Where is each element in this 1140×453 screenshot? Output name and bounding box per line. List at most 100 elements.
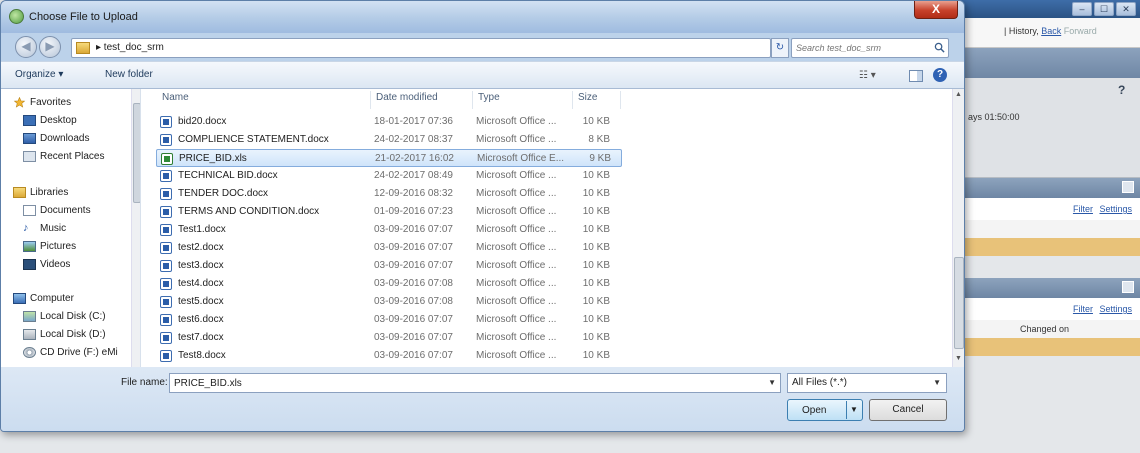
file-name-cell: bid20.docx	[178, 116, 227, 127]
section-header	[960, 178, 1140, 198]
chevron-down-icon[interactable]: ▼	[768, 378, 776, 387]
section-links: Filter Settings	[960, 298, 1140, 320]
file-row[interactable]: TECHNICAL BID.docx 24-02-2017 08:49 Micros…	[156, 167, 622, 185]
column-header-date[interactable]: Date modified	[376, 92, 438, 103]
file-list-scrollbar-thumb[interactable]	[954, 257, 964, 349]
file-row[interactable]: test6.docx 03-09-2016 07:07 Microsoft Offi…	[156, 311, 622, 329]
file-list-pane: Name Date modified Type Size bid20.docx 1…	[142, 89, 952, 367]
column-separator[interactable]	[572, 91, 573, 109]
nav-drive-f[interactable]: CD Drive (F:) eMi	[23, 347, 118, 358]
nav-drive-c[interactable]: Local Disk (C:)	[23, 311, 106, 322]
new-folder-button[interactable]: New folder	[105, 69, 153, 80]
file-name-input[interactable]	[174, 375, 754, 391]
settings-link[interactable]: Settings	[1099, 304, 1132, 314]
nav-scrollbar[interactable]	[131, 89, 140, 367]
nav-drive-d[interactable]: Local Disk (D:)	[23, 329, 106, 340]
nav-favorites[interactable]: Favorites	[13, 97, 71, 108]
file-row[interactable]: PRICE_BID.xls 21-02-2017 16:02 Microsoft O…	[156, 149, 622, 167]
history-link[interactable]: | History	[1004, 26, 1036, 36]
column-header-type[interactable]: Type	[478, 92, 500, 103]
back-link[interactable]: Back	[1041, 26, 1061, 36]
file-row[interactable]: Test8.docx 03-09-2016 07:07 Microsoft Offi…	[156, 347, 622, 365]
column-separator[interactable]	[472, 91, 473, 109]
cd-drive-icon	[23, 347, 36, 358]
file-row[interactable]: TERMS AND CONDITION.docx 01-09-2016 07:23…	[156, 203, 622, 221]
search-input[interactable]	[796, 40, 926, 56]
forward-link[interactable]: Forward	[1064, 26, 1097, 36]
dialog-close-button[interactable]: X	[914, 1, 958, 19]
cancel-button[interactable]: Cancel	[869, 399, 947, 421]
nav-documents[interactable]: Documents	[23, 205, 91, 216]
open-button[interactable]: Open ▼	[787, 399, 863, 421]
organize-button[interactable]: Organize ▾	[15, 69, 63, 80]
file-size-cell: 10 KB	[582, 116, 610, 127]
file-row[interactable]: test5.docx 03-09-2016 07:08 Microsoft Offi…	[156, 293, 622, 311]
search-box[interactable]	[791, 38, 949, 58]
file-name-cell: PRICE_BID.xls	[179, 153, 247, 164]
nav-desktop[interactable]: Desktop	[23, 115, 77, 126]
nav-pictures[interactable]: Pictures	[23, 241, 76, 252]
scroll-down-icon[interactable]: ▼	[955, 355, 962, 362]
word-file-icon	[160, 260, 172, 272]
forward-arrow-icon[interactable]: ▶	[39, 36, 61, 58]
file-row[interactable]: test7.docx 03-09-2016 07:07 Microsoft Offi…	[156, 329, 622, 347]
help-icon[interactable]: ?	[933, 68, 947, 82]
back-arrow-icon[interactable]: ◀	[15, 36, 37, 58]
file-name-combobox[interactable]: ▼	[169, 373, 781, 393]
nav-scrollbar-thumb[interactable]	[133, 103, 140, 203]
nav-music[interactable]: ♪ Music	[23, 223, 67, 235]
file-date-cell: 21-02-2017 16:02	[375, 153, 454, 164]
refresh-icon[interactable]: ↻	[771, 38, 789, 58]
open-button-label: Open	[802, 405, 827, 416]
nav-music-label: Music	[40, 223, 67, 234]
column-separator[interactable]	[620, 91, 621, 109]
filter-link[interactable]: Filter	[1073, 304, 1093, 314]
nav-videos[interactable]: Videos	[23, 259, 70, 270]
file-list-scrollbar[interactable]: ▲ ▼	[952, 89, 964, 367]
address-row: ◀ ▶ ▸ test_doc_srm ▼ ↻	[1, 33, 964, 61]
file-size-cell: 10 KB	[582, 278, 610, 289]
change-view-icon[interactable]: ☷ ▾	[859, 67, 881, 85]
section-header	[960, 278, 1140, 298]
scroll-up-icon[interactable]: ▲	[955, 91, 962, 98]
maximize-icon[interactable]: ☐	[1094, 2, 1114, 16]
file-type-cell: Microsoft Office ...	[476, 206, 557, 217]
file-name-cell: TERMS AND CONDITION.docx	[178, 206, 320, 217]
file-name-cell: Test8.docx	[178, 350, 226, 361]
column-header-size[interactable]: Size	[578, 92, 597, 103]
file-date-cell: 03-09-2016 07:08	[374, 278, 453, 289]
dialog-titlebar[interactable]: Choose File to Upload X	[1, 1, 964, 33]
minimize-icon[interactable]: –	[1072, 2, 1092, 16]
address-path[interactable]: ▸ test_doc_srm	[96, 42, 164, 53]
collapse-icon[interactable]	[1122, 181, 1134, 193]
dialog-body: Favorites Desktop Downloads Recent Place…	[1, 89, 964, 367]
file-row[interactable]: test4.docx 03-09-2016 07:08 Microsoft Offi…	[156, 275, 622, 293]
file-row[interactable]: test2.docx 03-09-2016 07:07 Microsoft Offi…	[156, 239, 622, 257]
file-row[interactable]: test3.docx 03-09-2016 07:07 Microsoft Offi…	[156, 257, 622, 275]
file-row[interactable]: Test1.docx 03-09-2016 07:07 Microsoft Offi…	[156, 221, 622, 239]
file-size-cell: 10 KB	[582, 332, 610, 343]
column-header-name[interactable]: Name	[162, 92, 189, 103]
file-type-select[interactable]: All Files (*.*) ▼	[787, 373, 947, 393]
nav-computer[interactable]: Computer	[13, 293, 74, 304]
word-file-icon	[160, 242, 172, 254]
chevron-down-icon[interactable]: ▼	[933, 378, 941, 387]
nav-recent-places[interactable]: Recent Places	[23, 151, 104, 162]
file-row[interactable]: bid20.docx 18-01-2017 07:36 Microsoft Offi…	[156, 113, 622, 131]
close-icon[interactable]: ✕	[1116, 2, 1136, 16]
address-bar[interactable]: ▸ test_doc_srm ▼	[71, 38, 830, 58]
word-file-icon	[160, 170, 172, 182]
file-row[interactable]: COMPLIENCE STATEMENT.docx 24-02-2017 08:3…	[156, 131, 622, 149]
preview-pane-icon[interactable]	[909, 70, 923, 82]
file-type-cell: Microsoft Office ...	[476, 170, 557, 181]
search-icon[interactable]	[934, 42, 945, 53]
open-split-chevron-icon[interactable]: ▼	[846, 401, 861, 419]
collapse-icon[interactable]	[1122, 281, 1134, 293]
filter-link[interactable]: Filter	[1073, 204, 1093, 214]
settings-link[interactable]: Settings	[1099, 204, 1132, 214]
file-row[interactable]: TENDER DOC.docx 12-09-2016 08:32 Microsoft…	[156, 185, 622, 203]
nav-downloads[interactable]: Downloads	[23, 133, 89, 144]
column-separator[interactable]	[370, 91, 371, 109]
help-icon[interactable]: ?	[1118, 83, 1125, 97]
nav-libraries[interactable]: Libraries	[13, 187, 68, 198]
